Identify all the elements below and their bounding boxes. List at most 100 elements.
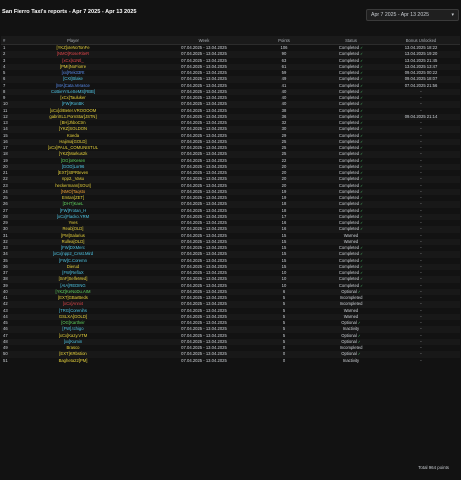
check-icon: ✓ — [360, 196, 364, 200]
status-label: Completed — [338, 157, 360, 163]
status-label: Completed — [338, 95, 360, 100]
status-label: Completed — [338, 151, 360, 157]
check-icon: ✓ — [360, 139, 364, 144]
status-label: Completed — [338, 107, 360, 113]
check-icon: ✓ — [360, 283, 364, 288]
column-header-week: Week — [198, 38, 210, 43]
check-icon: ✓ — [360, 277, 364, 282]
date-range-select[interactable]: Apr 7 2025 - Apr 13 2025 ▾ — [366, 9, 459, 21]
column-header-bonus: Bonus Unlocked — [405, 38, 437, 43]
page-header: San Fierro Taxi's reports - Apr 7 2025 -… — [0, 0, 461, 24]
check-icon: ✓ — [360, 133, 364, 138]
check-icon: ✓ — [360, 77, 364, 82]
column-header-status: Status — [345, 38, 357, 43]
status-label: Warned — [343, 238, 359, 244]
status-label: Warned — [343, 313, 359, 319]
status-label: Completed — [338, 132, 360, 138]
check-icon: ✓ — [360, 114, 364, 119]
check-icon: ✓ — [360, 164, 364, 169]
status-label: Completed — [338, 145, 360, 150]
check-icon: ✓ — [360, 127, 364, 132]
status-label: Completed — [338, 220, 360, 225]
status-label: Completed — [338, 201, 360, 207]
status-label: Completed — [338, 270, 360, 275]
status-label: Completed — [338, 57, 360, 63]
status-label: Completed — [338, 282, 360, 288]
player-name: Bagheta22[PM] — [58, 357, 88, 363]
status-label: Completed — [338, 163, 360, 169]
check-icon: ✓ — [360, 46, 364, 50]
check-icon: ✓ — [360, 264, 364, 269]
status-label: Completed — [338, 126, 360, 132]
check-icon: ✓ — [360, 202, 364, 207]
status-label: Completed — [338, 188, 360, 194]
table-row: 51 Bagheta22[PM] 07.04.2025 - 13.04.2025 0 I… — [1, 358, 460, 364]
status-label: Completed — [338, 76, 360, 82]
check-icon: ✓ — [360, 227, 364, 232]
table-body: 1 [YKZ]xIeNoTonFe 07.04.2025 - 13.04.2025 1… — [1, 45, 460, 364]
status-label: Completed — [338, 207, 360, 213]
status-label: Optional — [341, 351, 357, 357]
week-range: 07.04.2025 - 13.04.2025 — [181, 357, 227, 363]
check-icon: ✓ — [360, 177, 364, 182]
check-icon: ✓ — [360, 102, 364, 107]
column-header-number: # — [3, 38, 6, 43]
status-label: Completed — [338, 226, 360, 232]
check-icon: ✓ — [360, 58, 364, 63]
check-icon: ✓ — [360, 96, 364, 100]
status-label: Completed — [338, 63, 360, 69]
check-icon: ✓ — [357, 289, 361, 294]
status-label: Completed — [338, 138, 360, 144]
check-icon: ✓ — [360, 189, 364, 194]
check-icon: ✓ — [360, 183, 364, 188]
check-icon: ✓ — [360, 258, 364, 263]
status-label: Completed — [338, 245, 360, 250]
status-label: Completed — [338, 70, 360, 75]
status-label: Optional — [341, 288, 357, 294]
check-icon: ✓ — [360, 252, 364, 257]
status-label: Completed — [338, 176, 360, 182]
status-label: Completed — [338, 257, 360, 263]
status-label: Completed — [338, 113, 360, 119]
check-icon: ✓ — [360, 71, 364, 75]
check-icon: ✓ — [357, 321, 361, 325]
check-icon: ✓ — [360, 214, 364, 219]
row-number: 51 — [3, 357, 8, 363]
status-label: Completed — [338, 82, 360, 88]
check-icon: ✓ — [360, 121, 364, 125]
status-label: Incompleted — [339, 345, 363, 350]
status-label: Completed — [338, 51, 360, 57]
total-points: Total 964 points — [418, 465, 449, 470]
column-header-player: Player — [67, 38, 79, 43]
check-icon: ✓ — [360, 89, 364, 94]
status-label: Optional — [341, 320, 357, 325]
status-label: Completed — [338, 170, 360, 175]
check-icon: ✓ — [357, 339, 361, 344]
status-label: Completed — [338, 45, 360, 50]
check-icon: ✓ — [360, 246, 364, 250]
check-icon: ✓ — [360, 208, 364, 213]
check-icon: ✓ — [360, 158, 364, 163]
chevron-down-icon: ▾ — [451, 12, 454, 18]
status-label: Incompleted — [339, 295, 363, 300]
status-label: Completed — [338, 101, 360, 107]
status-label: Warned — [343, 307, 359, 313]
check-icon: ✓ — [360, 108, 364, 113]
check-icon: ✓ — [357, 333, 361, 338]
status-label: Inactivity — [342, 357, 360, 363]
status-label: Completed — [338, 182, 360, 188]
status-label: Completed — [338, 120, 360, 125]
check-icon: ✓ — [360, 171, 364, 175]
page-title: San Fierro Taxi's reports - Apr 7 2025 -… — [2, 9, 137, 15]
status-label: Optional — [341, 338, 357, 344]
check-icon: ✓ — [357, 352, 361, 357]
status-label: Completed — [338, 251, 360, 257]
status-label: Completed — [338, 276, 360, 282]
check-icon: ✓ — [360, 146, 364, 150]
column-header-points: Points — [278, 38, 290, 43]
points-value: 0 — [282, 357, 286, 363]
status-label: Completed — [338, 263, 360, 269]
status-label: Completed — [338, 88, 360, 94]
reports-table: # Player Week Points Status Bonus Unlock… — [1, 36, 460, 364]
status-label: Incompleted — [339, 301, 363, 307]
